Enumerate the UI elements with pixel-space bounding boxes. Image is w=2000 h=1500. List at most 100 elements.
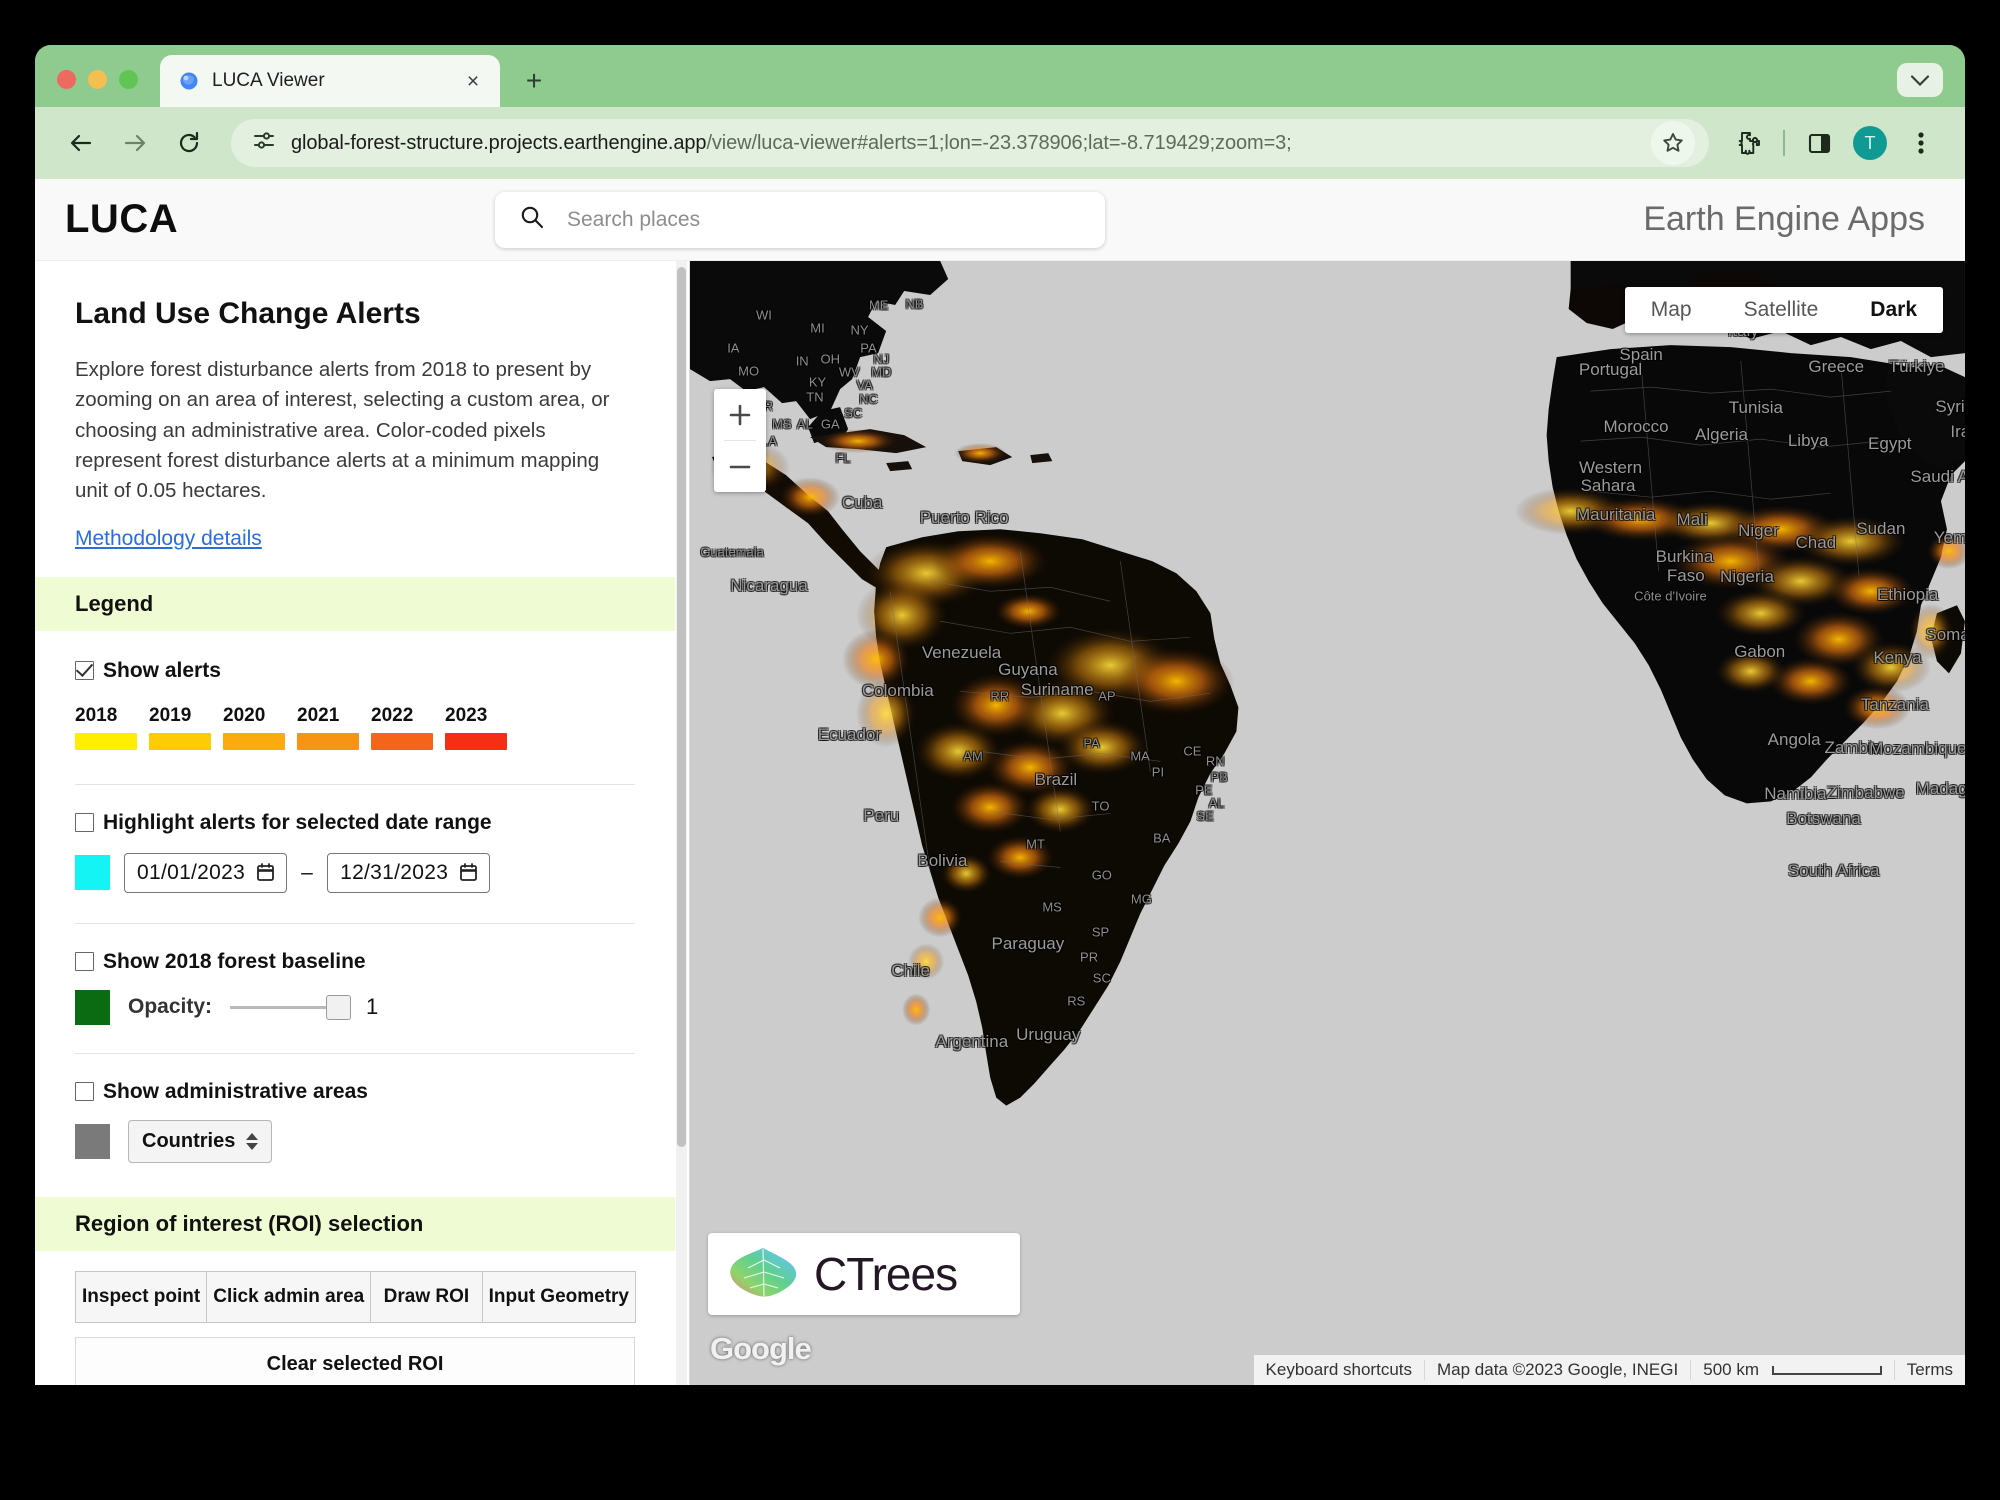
- legend-year-item: 2019: [149, 705, 211, 750]
- ctrees-leaf-icon: [728, 1246, 798, 1303]
- inspect-point-button[interactable]: Inspect point: [75, 1270, 208, 1323]
- baseline-color-chip[interactable]: [75, 989, 110, 1025]
- legend-year-swatch: [445, 732, 507, 750]
- panel-scrollbar-thumb[interactable]: [677, 267, 686, 1147]
- admin-level-select[interactable]: Countries: [128, 1119, 273, 1163]
- panel-scrollbar[interactable]: [676, 261, 687, 1385]
- legend-year-item: 2020: [223, 705, 285, 750]
- clear-selected-roi-button[interactable]: Clear selected ROI: [75, 1336, 635, 1385]
- legend-year-item: 2023: [445, 705, 507, 750]
- chrome-menu-icon[interactable]: [1899, 121, 1943, 165]
- admin-color-chip[interactable]: [75, 1123, 110, 1159]
- app-logo: LUCA: [65, 197, 179, 241]
- tab-strip: LUCA Viewer × +: [35, 45, 1965, 107]
- map-data-text: Map data ©2023 Google, INEGI: [1424, 1360, 1690, 1380]
- show-alerts-checkbox[interactable]: [75, 661, 94, 681]
- reload-button[interactable]: [165, 119, 213, 167]
- end-date-field[interactable]: 12/31/2023: [327, 852, 491, 893]
- tab-search-chevron-down-icon[interactable]: [1897, 63, 1943, 97]
- new-tab-button[interactable]: +: [514, 61, 554, 101]
- start-date-value: 01/01/2023: [137, 860, 246, 884]
- highlight-alerts-checkbox[interactable]: [75, 813, 94, 833]
- forward-button[interactable]: [111, 119, 159, 167]
- back-button[interactable]: [57, 119, 105, 167]
- highlight-alerts-label: Highlight alerts for selected date range: [103, 810, 492, 834]
- map-attribution-bar: Keyboard shortcuts Map data ©2023 Google…: [1253, 1355, 1965, 1385]
- calendar-icon[interactable]: [257, 863, 275, 882]
- opacity-slider[interactable]: [230, 994, 352, 1020]
- site-settings-icon[interactable]: [251, 128, 277, 159]
- draw-roi-button[interactable]: Draw ROI: [370, 1270, 483, 1323]
- map-canvas: [690, 261, 1965, 1112]
- legend-year-label: 2020: [223, 704, 266, 726]
- tab-title: LUCA Viewer: [212, 70, 325, 91]
- extensions-puzzle-icon[interactable]: [1727, 121, 1771, 165]
- legend-year-label: 2023: [445, 704, 488, 726]
- show-baseline-checkbox[interactable]: [75, 952, 94, 972]
- administrative-areas-block: Show administrative areas Countries: [35, 1054, 675, 1197]
- chevron-updown-icon[interactable]: [246, 1132, 259, 1150]
- ctrees-logo[interactable]: CTrees: [708, 1233, 1020, 1315]
- map-viewport[interactable]: Cuba Puerto Rico Guatemala Nicaragua Venezue…: [690, 261, 1965, 1385]
- legend-year-item: 2022: [371, 705, 433, 750]
- baseline-row[interactable]: Show 2018 forest baseline: [75, 950, 635, 974]
- map-scale-label: 500 km: [1703, 1360, 1759, 1379]
- earth-engine-favicon-icon: [178, 70, 200, 92]
- address-bar[interactable]: global-forest-structure.projects.earthen…: [231, 119, 1709, 167]
- show-admin-areas-checkbox[interactable]: [75, 1082, 94, 1102]
- legend-year-label: 2019: [149, 704, 192, 726]
- legend-year-label: 2018: [75, 704, 118, 726]
- close-tab-icon[interactable]: ×: [460, 68, 486, 94]
- body-split: Land Use Change Alerts Explore forest di…: [35, 261, 1965, 1385]
- legend-year-swatches: 2018 2019 2020 2021 2022 2023: [35, 683, 675, 750]
- bookmark-star-icon[interactable]: [1651, 121, 1695, 165]
- legend-year-swatch: [297, 732, 359, 750]
- legend-year-swatch: [223, 732, 285, 750]
- admin-row[interactable]: Show administrative areas: [75, 1080, 635, 1104]
- legend-section-header: Legend: [35, 576, 675, 631]
- zoom-in-button[interactable]: [714, 389, 766, 440]
- click-admin-area-button[interactable]: Click admin area: [206, 1270, 372, 1323]
- map-type-satellite[interactable]: Satellite: [1718, 287, 1845, 333]
- terms-link[interactable]: Terms: [1893, 1360, 1965, 1380]
- show-alerts-row[interactable]: Show alerts: [35, 631, 675, 683]
- end-date-value: 12/31/2023: [340, 860, 449, 884]
- opacity-label: Opacity:: [128, 995, 213, 1019]
- page-title: Land Use Change Alerts: [75, 297, 421, 330]
- map-type-map[interactable]: Map: [1625, 287, 1718, 333]
- zoom-control: [714, 389, 766, 492]
- profile-avatar[interactable]: T: [1853, 126, 1887, 160]
- methodology-details-link[interactable]: Methodology details: [75, 527, 262, 551]
- legend-year-item: 2021: [297, 705, 359, 750]
- opacity-value: 1: [366, 994, 379, 1020]
- show-baseline-label: Show 2018 forest baseline: [103, 949, 366, 973]
- highlight-alerts-row[interactable]: Highlight alerts for selected date range: [75, 811, 635, 835]
- calendar-icon[interactable]: [460, 863, 478, 882]
- zoom-out-button[interactable]: [714, 441, 766, 492]
- browser-tab[interactable]: LUCA Viewer ×: [160, 55, 500, 107]
- input-geometry-button[interactable]: Input Geometry: [481, 1270, 636, 1323]
- keyboard-shortcuts-link[interactable]: Keyboard shortcuts: [1254, 1360, 1424, 1380]
- legend-year-swatch: [371, 732, 433, 750]
- show-alerts-label: Show alerts: [103, 658, 221, 682]
- map-type-dark[interactable]: Dark: [1844, 287, 1943, 333]
- highlight-date-range-block: Highlight alerts for selected date range…: [35, 785, 675, 893]
- maximize-window-button[interactable]: [119, 70, 138, 89]
- legend-year-item: 2018: [75, 705, 137, 750]
- ctrees-wordmark: CTrees: [814, 1248, 958, 1300]
- opacity-slider-thumb[interactable]: [326, 994, 352, 1020]
- minimize-window-button[interactable]: [88, 70, 107, 89]
- side-panel-icon[interactable]: [1797, 121, 1841, 165]
- close-window-button[interactable]: [57, 70, 76, 89]
- highlight-color-chip[interactable]: [75, 855, 110, 891]
- earth-engine-apps-brand: Earth Engine Apps: [1643, 200, 1925, 238]
- search-input[interactable]: [567, 207, 1081, 232]
- left-control-panel: Land Use Change Alerts Explore forest di…: [35, 261, 690, 1385]
- search-icon: [519, 204, 545, 235]
- start-date-field[interactable]: 01/01/2023: [124, 852, 288, 893]
- google-watermark: Google: [710, 1331, 812, 1366]
- roi-button-group: Inspect point Click admin area Draw ROI …: [35, 1251, 675, 1323]
- browser-window: LUCA Viewer × + global-forest-structure.…: [35, 45, 1965, 1385]
- legend-year-label: 2022: [371, 704, 414, 726]
- search-places-box[interactable]: [495, 191, 1105, 248]
